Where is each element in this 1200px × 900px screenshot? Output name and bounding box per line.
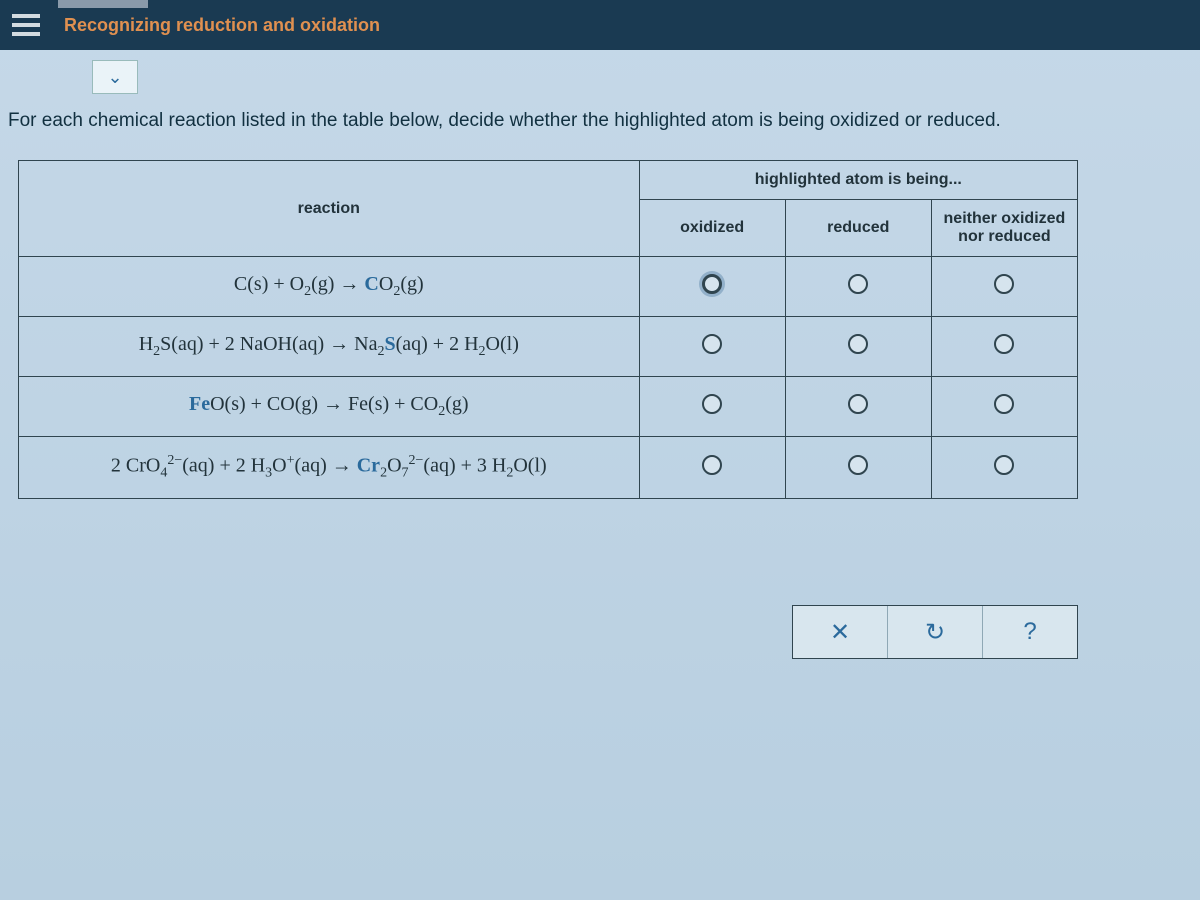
table-row: FeO(s) + CO(g) → Fe(s) + CO2(g) — [19, 377, 1078, 437]
radio-button[interactable] — [994, 274, 1014, 294]
progress-indicator — [58, 0, 148, 8]
radio-button[interactable] — [994, 455, 1014, 475]
hamburger-icon[interactable] — [12, 14, 40, 36]
radio-button[interactable] — [702, 455, 722, 475]
close-icon: ✕ — [830, 618, 850, 647]
radio-button[interactable] — [848, 334, 868, 354]
table-row: 2 CrO42−(aq) + 2 H3O+(aq) → Cr2O72−(aq) … — [19, 437, 1078, 499]
radio-cell — [639, 377, 785, 437]
radio-button[interactable] — [994, 394, 1014, 414]
reset-icon: ↻ — [925, 618, 945, 647]
radio-button[interactable] — [702, 274, 722, 294]
reaction-cell: 2 CrO42−(aq) + 2 H3O+(aq) → Cr2O72−(aq) … — [19, 437, 640, 499]
radio-cell — [785, 437, 931, 499]
reset-button[interactable]: ↻ — [888, 606, 983, 658]
radio-cell — [785, 257, 931, 317]
radio-cell — [785, 317, 931, 377]
chevron-down-icon: ⌄ — [107, 67, 122, 88]
header-super: highlighted atom is being... — [639, 161, 1077, 200]
reaction-cell: H2S(aq) + 2 NaOH(aq) → Na2S(aq) + 2 H2O(… — [19, 317, 640, 377]
radio-cell — [931, 377, 1077, 437]
reaction-cell: C(s) + O2(g) → CO2(g) — [19, 257, 640, 317]
header-neither: neither oxidized nor reduced — [931, 200, 1077, 257]
radio-cell — [639, 437, 785, 499]
clear-button[interactable]: ✕ — [793, 606, 888, 658]
radio-cell — [639, 317, 785, 377]
radio-button[interactable] — [702, 394, 722, 414]
radio-cell — [785, 377, 931, 437]
radio-cell — [639, 257, 785, 317]
radio-cell — [931, 317, 1077, 377]
collapse-toggle[interactable]: ⌄ — [92, 60, 138, 94]
help-button[interactable]: ? — [983, 606, 1077, 658]
radio-cell — [931, 437, 1077, 499]
header-reduced: reduced — [785, 200, 931, 257]
topbar: Recognizing reduction and oxidation — [0, 0, 1200, 50]
table-row: C(s) + O2(g) → CO2(g) — [19, 257, 1078, 317]
answer-controls: ✕ ↻ ? — [792, 605, 1078, 659]
radio-button[interactable] — [848, 455, 868, 475]
table-row: H2S(aq) + 2 NaOH(aq) → Na2S(aq) + 2 H2O(… — [19, 317, 1078, 377]
page-title: Recognizing reduction and oxidation — [64, 15, 380, 36]
reaction-table: reaction highlighted atom is being... ox… — [18, 160, 1078, 499]
radio-cell — [931, 257, 1077, 317]
help-icon: ? — [1023, 618, 1036, 646]
header-oxidized: oxidized — [639, 200, 785, 257]
header-reaction: reaction — [19, 161, 640, 257]
radio-button[interactable] — [994, 334, 1014, 354]
reaction-cell: FeO(s) + CO(g) → Fe(s) + CO2(g) — [19, 377, 640, 437]
radio-button[interactable] — [848, 274, 868, 294]
radio-button[interactable] — [848, 394, 868, 414]
radio-button[interactable] — [702, 334, 722, 354]
question-prompt: For each chemical reaction listed in the… — [8, 110, 1192, 132]
